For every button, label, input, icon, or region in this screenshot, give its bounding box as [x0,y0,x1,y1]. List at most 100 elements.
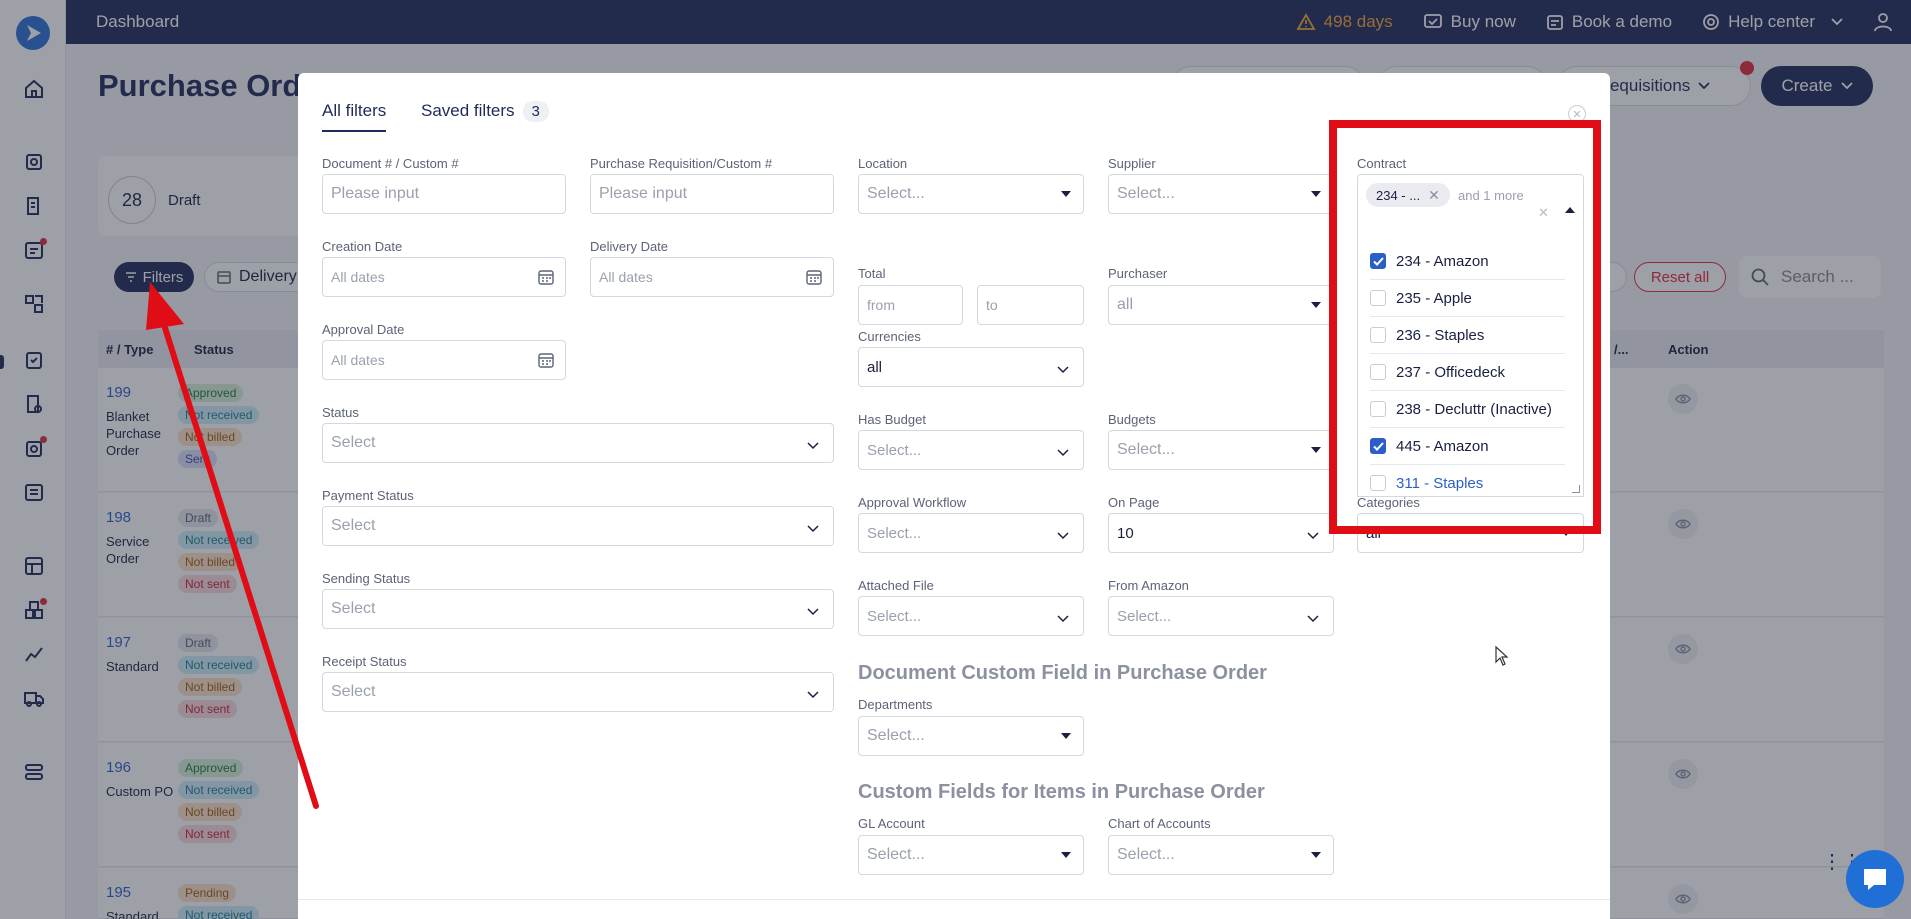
payment-status-select[interactable]: Select [322,506,834,546]
pr-label: Purchase Requisition/Custom # [590,156,773,171]
calendar-icon [537,268,555,289]
total-label: Total [858,266,886,281]
budgets-select[interactable]: Select... [1108,430,1334,470]
document-placeholder: Please input [331,185,420,202]
caret-down-icon [1061,733,1071,739]
supplier-select[interactable]: Select... [1108,174,1334,214]
on-page-label: On Page [1108,495,1160,510]
calendar-icon [537,351,555,372]
pr-input[interactable]: Please input [590,174,834,214]
creation-date-value: All dates [331,269,385,285]
approval-workflow-label: Approval Workflow [858,495,967,510]
approval-date-label: Approval Date [322,322,405,337]
delivery-date-value: All dates [599,269,653,285]
status-label: Status [322,405,359,420]
total-to-input[interactable]: to [977,285,1084,325]
gl-account-select[interactable]: Select... [858,835,1084,875]
chart-of-accounts-select[interactable]: Select... [1108,835,1334,875]
delivery-date-picker[interactable]: All dates [590,257,834,297]
purchaser-select[interactable]: all [1108,285,1334,325]
caret-down-icon [1311,191,1321,197]
delivery-date-label: Delivery Date [590,239,669,254]
chat-icon [1860,865,1890,893]
currencies-label: Currencies [858,329,921,344]
on-page-value: 10 [1117,524,1134,542]
calendar-icon [805,268,823,289]
creation-date-picker[interactable]: All dates [322,257,566,297]
attached-file-label: Attached File [858,578,934,593]
sending-status-value: Select [331,600,376,617]
caret-down-icon [1061,191,1071,197]
sending-status-label: Sending Status [322,571,411,586]
location-value: Select... [867,185,925,202]
doc-custom-field-heading: Document Custom Field in Purchase Order [858,662,1267,684]
has-budget-select[interactable]: Select... [858,430,1084,470]
modal-footer-divider [298,899,1610,900]
mouse-cursor-icon [1494,645,1510,672]
creation-date-label: Creation Date [322,239,403,254]
caret-down-icon [1311,302,1321,308]
chevron-down-icon [1307,610,1319,627]
saved-filters-count: 3 [522,101,549,122]
has-budget-label: Has Budget [858,412,926,427]
location-label: Location [858,156,908,171]
total-from-input[interactable]: from [858,285,963,325]
sending-status-select[interactable]: Select [322,589,834,629]
payment-status-value: Select [331,517,376,534]
departments-label: Departments [858,697,933,712]
caret-down-icon [1061,852,1071,858]
annotation-highlight-box [1329,120,1601,534]
document-input[interactable]: Please input [322,174,566,214]
status-value: Select [331,434,376,451]
on-page-select[interactable]: 10 [1108,513,1334,553]
chart-of-accounts-value: Select... [1117,846,1175,863]
document-label: Document # / Custom # [322,156,459,171]
chevron-down-icon [1307,527,1319,544]
receipt-status-label: Receipt Status [322,654,407,669]
receipt-status-value: Select [331,683,376,700]
currencies-value: all [867,358,883,376]
status-select[interactable]: Select [322,423,834,463]
chat-button[interactable] [1846,850,1904,908]
from-amazon-value: Select... [1117,607,1172,625]
total-to-placeholder: to [986,297,998,313]
chevron-down-icon [807,603,819,621]
caret-down-icon [1311,447,1321,453]
departments-select[interactable]: Select... [858,716,1084,756]
gl-account-value: Select... [867,846,925,863]
attached-file-value: Select... [867,607,922,625]
receipt-status-select[interactable]: Select [322,672,834,712]
budgets-label: Budgets [1108,412,1156,427]
chart-of-accounts-label: Chart of Accounts [1108,816,1211,831]
drag-grip-icon[interactable]: ⋮⋮ [1822,852,1862,888]
from-amazon-label: From Amazon [1108,578,1189,593]
attached-file-select[interactable]: Select... [858,596,1084,636]
saved-filters-label: Saved filters [421,101,515,120]
budgets-value: Select... [1117,441,1175,458]
chevron-down-icon [1057,361,1069,378]
supplier-value: Select... [1117,185,1175,202]
chevron-down-icon [1057,610,1069,627]
chevron-down-icon [807,520,819,538]
has-budget-value: Select... [867,441,922,459]
from-amazon-select[interactable]: Select... [1108,596,1334,636]
tab-all-filters[interactable]: All filters [322,101,387,132]
approval-date-picker[interactable]: All dates [322,340,566,380]
total-from-placeholder: from [867,297,895,313]
chevron-down-icon [1057,444,1069,461]
pr-placeholder: Please input [599,185,688,202]
gl-account-label: GL Account [858,816,925,831]
caret-down-icon [1311,852,1321,858]
purchaser-value: all [1117,296,1134,313]
tab-saved-filters[interactable]: Saved filters 3 [421,101,549,122]
payment-status-label: Payment Status [322,488,414,503]
approval-workflow-select[interactable]: Select... [858,513,1084,553]
currencies-select[interactable]: all [858,347,1084,387]
chevron-down-icon [807,437,819,455]
chevron-down-icon [807,686,819,704]
supplier-label: Supplier [1108,156,1156,171]
chevron-down-icon [1057,527,1069,544]
purchaser-label: Purchaser [1108,266,1168,281]
approval-date-value: All dates [331,352,385,368]
location-select[interactable]: Select... [858,174,1084,214]
